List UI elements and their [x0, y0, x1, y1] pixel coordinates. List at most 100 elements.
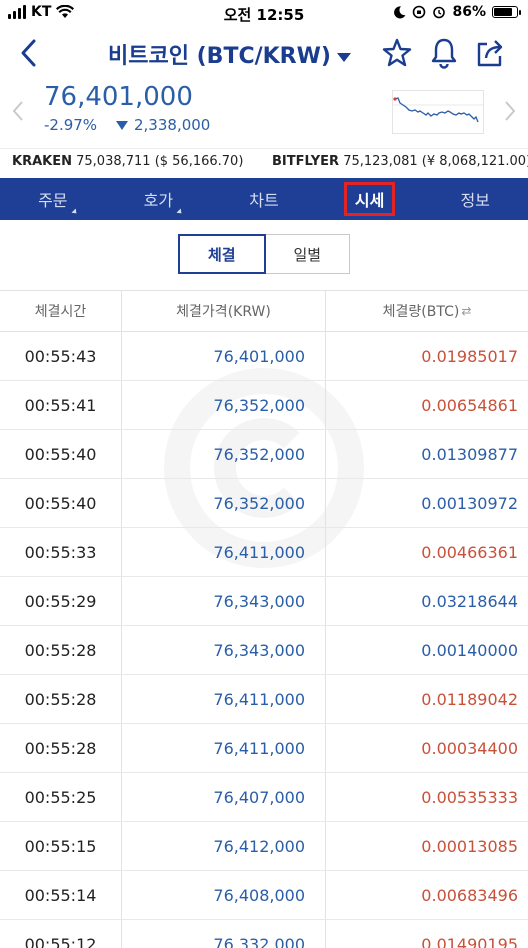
status-right: 86%: [393, 4, 521, 20]
trade-time: 00:55:28: [24, 640, 97, 660]
trade-time: 00:55:33: [24, 542, 97, 562]
change-percent: -2.97%: [44, 116, 98, 134]
table-row: 00:55:40 76,352,000 0.01309877: [0, 430, 528, 479]
trade-price: 76,332,000: [121, 920, 326, 948]
tab-label: 정보: [460, 191, 490, 210]
tab-order[interactable]: 주문: [0, 178, 106, 220]
trade-amount: 0.01189042: [421, 689, 518, 709]
trade-time: 00:55:14: [24, 885, 97, 905]
bitflyer-price: BITFLYER 75,123,081 (¥ 8,068,121.00): [272, 154, 528, 169]
table-body: 00:55:43 76,401,000 0.01985017 00:55:41 76,3…: [0, 332, 528, 948]
back-button[interactable]: [14, 36, 44, 70]
trade-amount: 0.03218644: [421, 591, 518, 611]
trade-time: 00:55:25: [24, 787, 97, 807]
tab-market-price[interactable]: 시세: [317, 178, 423, 220]
table-row: 00:55:40 76,352,000 0.00130972: [0, 479, 528, 528]
trade-price: 76,401,000: [121, 332, 326, 380]
segment-daily[interactable]: 일별: [265, 234, 350, 274]
bell-icon: [431, 38, 457, 69]
page-title: 비트코인 (BTC/KRW): [108, 44, 331, 69]
price-summary: 76,401,000 -2.97% 2,338,000: [0, 80, 528, 142]
trade-price: 76,411,000: [121, 724, 326, 772]
next-coin-icon[interactable]: [504, 100, 516, 122]
kraken-price: KRAKEN 75,038,711 ($ 56,166.70): [12, 154, 243, 169]
header-amount-label: 체결량(BTC): [382, 304, 460, 320]
tab-label: 호가: [143, 191, 174, 210]
tab-label: 시세: [343, 182, 396, 216]
table-row: 00:55:29 76,343,000 0.03218644: [0, 577, 528, 626]
trade-amount: 0.00034400: [421, 738, 518, 758]
tab-label: 주문: [38, 191, 68, 210]
sparkline-chart: [393, 97, 483, 123]
trade-time: 00:55:29: [24, 591, 97, 611]
header-amount[interactable]: 체결량(BTC) ⇄: [326, 291, 528, 331]
mini-chart[interactable]: [392, 90, 484, 134]
table-row: 00:55:15 76,412,000 0.00013085: [0, 822, 528, 871]
share-button[interactable]: [474, 36, 506, 70]
alert-button[interactable]: [428, 36, 460, 70]
table-row: 00:55:28 76,411,000 0.01189042: [0, 675, 528, 724]
bitflyer-value: 75,123,081 (¥ 8,068,121.00): [343, 154, 528, 169]
trade-time: 00:55:43: [24, 346, 97, 366]
status-bar: KT 오전 12:55 86%: [0, 0, 528, 26]
battery-icon: [492, 6, 521, 18]
alarm-icon: [433, 6, 446, 19]
trade-amount: 0.01490195: [421, 934, 518, 948]
coin-selector[interactable]: 비트코인 (BTC/KRW): [108, 38, 351, 70]
back-icon: [21, 39, 36, 67]
trade-price: 76,411,000: [121, 528, 326, 576]
down-triangle-icon: [116, 121, 128, 130]
trade-view-segment: 체결 일별: [178, 234, 350, 274]
tab-info[interactable]: 정보: [422, 178, 528, 220]
table-row: 00:55:28 76,411,000 0.00034400: [0, 724, 528, 773]
trade-time: 00:55:12: [24, 934, 97, 948]
table-row: 00:55:14 76,408,000 0.00683496: [0, 871, 528, 920]
favorite-button[interactable]: [381, 36, 413, 70]
trade-price: 76,412,000: [121, 822, 326, 870]
trade-price: 76,343,000: [121, 626, 326, 674]
share-icon: [477, 40, 503, 67]
trade-price: 76,407,000: [121, 773, 326, 821]
trade-amount: 0.00683496: [421, 885, 518, 905]
table-row: 00:55:33 76,411,000 0.00466361: [0, 528, 528, 577]
swap-unit-icon: ⇄: [461, 304, 472, 318]
change-amount: 2,338,000: [134, 116, 211, 134]
table-row: 00:55:28 76,343,000 0.00140000: [0, 626, 528, 675]
submenu-indicator-icon: [71, 208, 79, 216]
trade-price: 76,343,000: [121, 577, 326, 625]
star-icon: [382, 38, 412, 67]
trade-time: 00:55:40: [24, 444, 97, 464]
trades-table: 체결시간 체결가격(KRW) 체결량(BTC) ⇄ 00:55:43 76,401,…: [0, 290, 528, 948]
trade-amount: 0.00654861: [421, 395, 518, 415]
nav-header: 비트코인 (BTC/KRW): [0, 28, 528, 78]
table-header: 체결시간 체결가격(KRW) 체결량(BTC) ⇄: [0, 290, 528, 332]
trade-time: 00:55:41: [24, 395, 97, 415]
trade-price: 76,352,000: [121, 430, 326, 478]
kraken-label: KRAKEN: [12, 154, 72, 169]
trade-time: 00:55:28: [24, 689, 97, 709]
kraken-value: 75,038,711 ($ 56,166.70): [76, 154, 244, 169]
trade-amount: 0.01309877: [421, 444, 518, 464]
trade-price: 76,408,000: [121, 871, 326, 919]
trade-amount: 0.01985017: [421, 346, 518, 366]
trade-amount: 0.00140000: [421, 640, 518, 660]
tab-label: 차트: [249, 191, 279, 210]
table-row: 00:55:41 76,352,000 0.00654861: [0, 381, 528, 430]
trade-amount: 0.00130972: [421, 493, 518, 513]
main-tabs: 주문 호가 차트 시세 정보: [0, 178, 528, 220]
dropdown-caret-icon: [336, 52, 351, 62]
trade-amount: 0.00535333: [421, 787, 518, 807]
exchange-comparison: KRAKEN 75,038,711 ($ 56,166.70) BITFLYER…: [0, 148, 528, 176]
trade-time: 00:55:28: [24, 738, 97, 758]
trade-time: 00:55:15: [24, 836, 97, 856]
table-row: 00:55:25 76,407,000 0.00535333: [0, 773, 528, 822]
bitflyer-label: BITFLYER: [272, 154, 340, 169]
orientation-lock-icon: [413, 5, 426, 19]
segment-executions[interactable]: 체결: [178, 234, 266, 274]
previous-coin-icon[interactable]: [12, 100, 24, 122]
table-row: 00:55:43 76,401,000 0.01985017: [0, 332, 528, 381]
tab-orderbook[interactable]: 호가: [106, 178, 212, 220]
tab-chart[interactable]: 차트: [211, 178, 317, 220]
trade-price: 76,352,000: [121, 479, 326, 527]
header-time: 체결시간: [34, 304, 87, 320]
